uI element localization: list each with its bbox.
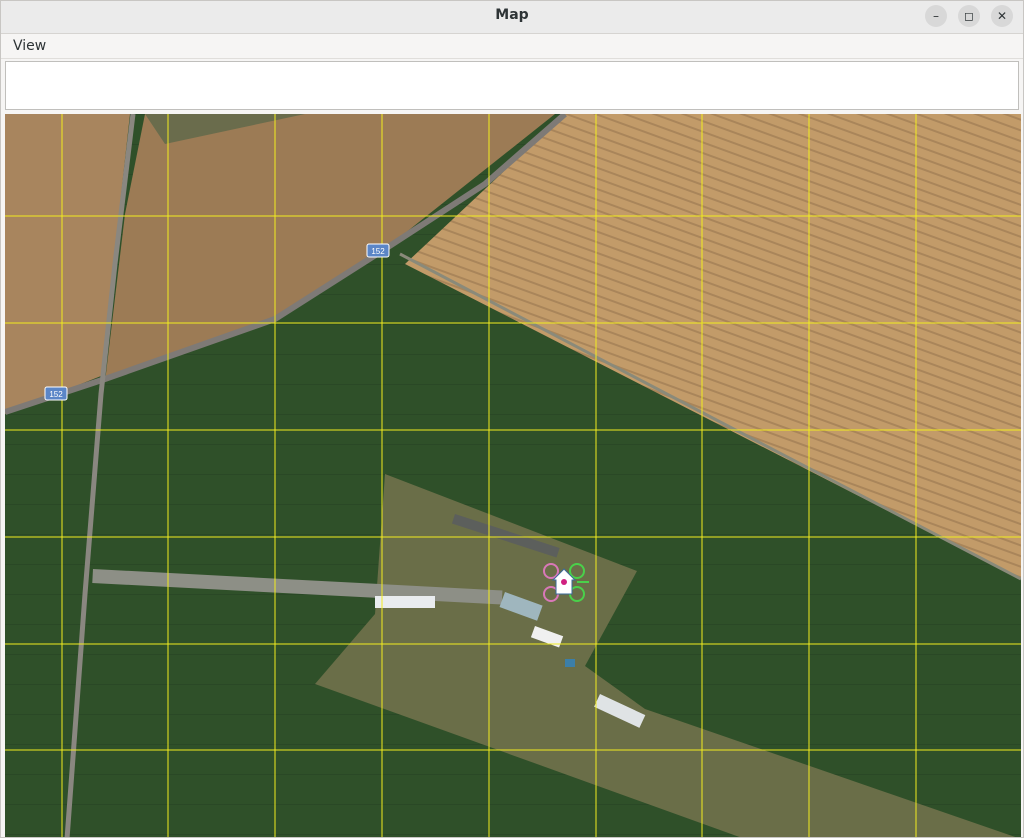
toolbar-area xyxy=(5,61,1019,110)
road-shield-152-a: 152 xyxy=(366,243,390,258)
menu-bar: View xyxy=(1,34,1023,59)
close-button[interactable]: ✕ xyxy=(991,5,1013,27)
hangar-1 xyxy=(375,596,435,608)
road-shield-152-b: 152 xyxy=(44,386,68,401)
satellite-map[interactable]: 152 152 xyxy=(5,114,1021,838)
map-window: Map – ◻ ✕ View 152 152 xyxy=(0,0,1024,838)
road-shield-label: 152 xyxy=(371,247,385,256)
menu-view[interactable]: View xyxy=(7,37,52,55)
minimize-button[interactable]: – xyxy=(925,5,947,27)
shed xyxy=(565,659,575,667)
map-view[interactable]: 152 152 xyxy=(5,114,1021,838)
road-shield-label: 152 xyxy=(49,390,63,399)
window-title: Map xyxy=(495,7,529,23)
title-bar[interactable]: Map – ◻ ✕ xyxy=(1,1,1023,34)
maximize-button[interactable]: ◻ xyxy=(958,5,980,27)
